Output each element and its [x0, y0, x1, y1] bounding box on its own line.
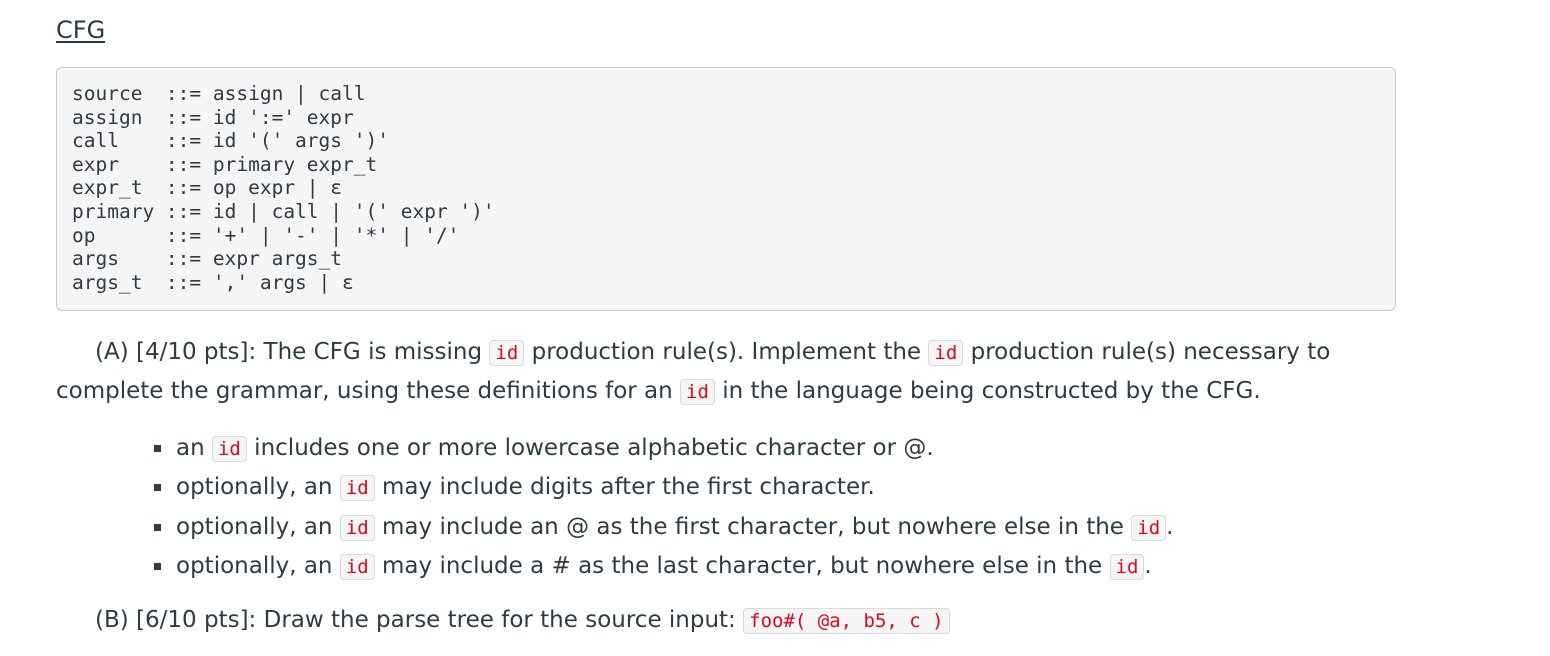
- rule-text: optionally, an: [176, 513, 340, 540]
- bullet-icon: [154, 523, 161, 531]
- inline-code-id: id: [339, 475, 375, 502]
- grammar-pre: source ::= assign | call assign ::= id ':…: [72, 82, 1380, 294]
- rule-text: an: [176, 435, 212, 461]
- part-b-text: (B) [6/10 pts]: Draw the parse tree for …: [95, 607, 744, 633]
- rule-text: may include digits after the first chara…: [374, 474, 875, 501]
- bullet-icon: [154, 445, 161, 452]
- list-item: an id includes one or more lowercase alp…: [150, 429, 1350, 468]
- inline-code-id: id: [211, 436, 247, 462]
- inline-code-id: id: [489, 340, 525, 366]
- rule-text: .: [1144, 552, 1152, 579]
- grammar-code-block: source ::= assign | call assign ::= id ':…: [56, 67, 1396, 311]
- inline-code-id: id: [680, 379, 715, 405]
- grammar-line: assign ::= id ':=' expr: [72, 105, 354, 129]
- list-item: optionally, an id may include an @ as th…: [150, 508, 1350, 547]
- part-a-paragraph: (A) [4/10 pts]: The CFG is missing id pr…: [56, 333, 1356, 411]
- inline-code-id: id: [1131, 514, 1167, 541]
- grammar-line: op ::= '+' | '-' | '*' | '/': [72, 223, 460, 247]
- id-rules-list: an id includes one or more lowercase alp…: [150, 429, 1350, 586]
- grammar-line: args ::= expr args_t: [72, 247, 343, 271]
- section-heading: CFG: [56, 16, 106, 44]
- part-a-text: production rule(s). Implement the: [524, 339, 929, 365]
- rule-text: optionally, an: [176, 474, 340, 501]
- grammar-line: primary ::= id | call | '(' expr ')': [72, 199, 495, 223]
- rule-text: .: [1166, 513, 1174, 540]
- rule-text: may include a # as the last character, b…: [374, 552, 1110, 579]
- inline-code-id: id: [339, 553, 375, 580]
- list-item: optionally, an id may include digits aft…: [150, 468, 1350, 507]
- part-a-text: (A) [4/10 pts]: The CFG is missing: [95, 339, 490, 365]
- bullet-icon: [154, 484, 161, 492]
- part-b-paragraph: (B) [6/10 pts]: Draw the parse tree for …: [95, 601, 1395, 640]
- rule-text: optionally, an: [176, 552, 340, 579]
- inline-code-id: id: [928, 340, 964, 366]
- grammar-line: source ::= assign | call: [72, 82, 366, 105]
- part-a-text: in the language being constructed by the…: [714, 378, 1261, 404]
- inline-code-id: id: [1109, 553, 1145, 580]
- list-item: optionally, an id may include a # as the…: [150, 547, 1350, 586]
- grammar-line: call ::= id '(' args ')': [72, 129, 389, 153]
- grammar-line: expr ::= primary expr_t: [72, 152, 378, 176]
- grammar-line: args_t ::= ',' args | ε: [72, 270, 354, 294]
- grammar-line: expr_t ::= op expr | ε: [72, 176, 343, 200]
- inline-code-source-input: foo#( @a, b5, c ): [743, 608, 950, 634]
- rule-text: includes one or more lowercase alphabeti…: [246, 435, 934, 461]
- bullet-icon: [154, 562, 161, 570]
- rule-text: may include an @ as the first character,…: [374, 513, 1132, 540]
- inline-code-id: id: [339, 514, 375, 541]
